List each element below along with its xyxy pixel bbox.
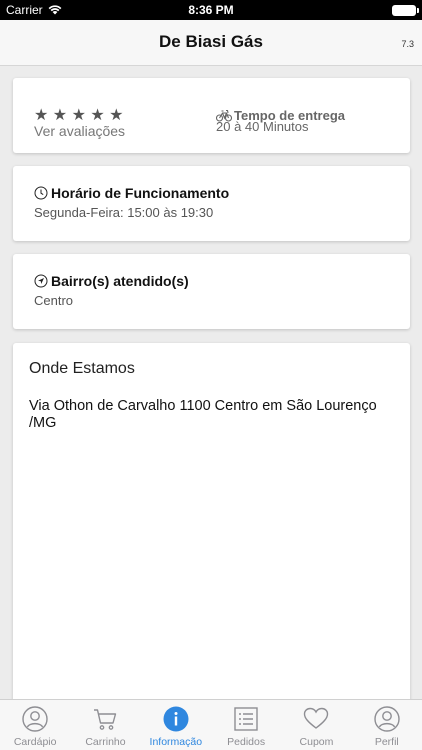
- neighborhoods-title: Bairro(s) atendido(s): [51, 273, 189, 289]
- rating-delivery-card: ★ ★ ★ ★ ★ Ver avaliações Tempo de entreg…: [13, 78, 410, 153]
- tab-label: Perfil: [374, 736, 399, 748]
- tab-label: Pedidos: [227, 736, 266, 748]
- cart-icon: [94, 709, 117, 730]
- opening-hours-card: Horário de Funcionamento Segunda-Feira: …: [13, 166, 410, 241]
- tab-label: Cardápio: [13, 736, 57, 748]
- tab-label: Carrinho: [85, 736, 126, 748]
- navigation-arrow-icon: [34, 274, 48, 288]
- tab-pedidos[interactable]: Pedidos: [211, 700, 281, 750]
- location-address: Via Othon de Carvalho 1100 Centro em São…: [29, 398, 377, 431]
- tab-label: Cupom: [299, 736, 334, 748]
- tab-cardapio[interactable]: Cardápio: [0, 700, 70, 750]
- neighborhoods-card: Bairro(s) atendido(s) Centro: [13, 254, 410, 329]
- rating-stars: ★ ★ ★ ★ ★: [34, 107, 124, 124]
- version-label: 7.3: [401, 39, 414, 49]
- neighborhoods-heading: Bairro(s) atendido(s): [34, 273, 189, 289]
- location-card: Onde Estamos Via Othon de Carvalho 1100 …: [13, 343, 410, 708]
- tab-bar: Cardápio Carrinho Informação Pedidos Cup…: [0, 699, 422, 750]
- delivery-time-block: Tempo de entrega 20 à 40 Minutos: [216, 108, 345, 134]
- tab-informacao[interactable]: Informação: [141, 700, 211, 750]
- opening-hours-heading: Horário de Funcionamento: [34, 185, 229, 201]
- page-title: De Biasi Gás: [159, 32, 263, 51]
- clock-icon: [34, 186, 48, 200]
- status-time: 8:36 PM: [188, 3, 234, 17]
- opening-hours-title: Horário de Funcionamento: [51, 185, 230, 201]
- info-icon: [163, 706, 189, 732]
- location-title: Onde Estamos: [29, 360, 135, 377]
- navigation-bar: De Biasi Gás 7.3: [0, 20, 422, 66]
- profile-icon: [374, 706, 400, 732]
- neighborhoods-detail: Centro: [34, 293, 74, 308]
- tab-label: Informação: [149, 736, 203, 748]
- opening-hours-detail: Segunda-Feira: 15:00 às 19:30: [34, 205, 214, 220]
- tab-cupom[interactable]: Cupom: [281, 700, 351, 750]
- heart-icon: [304, 707, 329, 729]
- battery-icon: [392, 5, 419, 16]
- reviews-link[interactable]: Ver avaliações: [34, 123, 125, 139]
- status-bar: Carrier 8:36 PM: [0, 0, 422, 20]
- list-icon: [234, 707, 258, 731]
- tab-perfil[interactable]: Perfil: [352, 700, 422, 750]
- user-icon: [22, 706, 48, 732]
- tab-carrinho[interactable]: Carrinho: [70, 700, 140, 750]
